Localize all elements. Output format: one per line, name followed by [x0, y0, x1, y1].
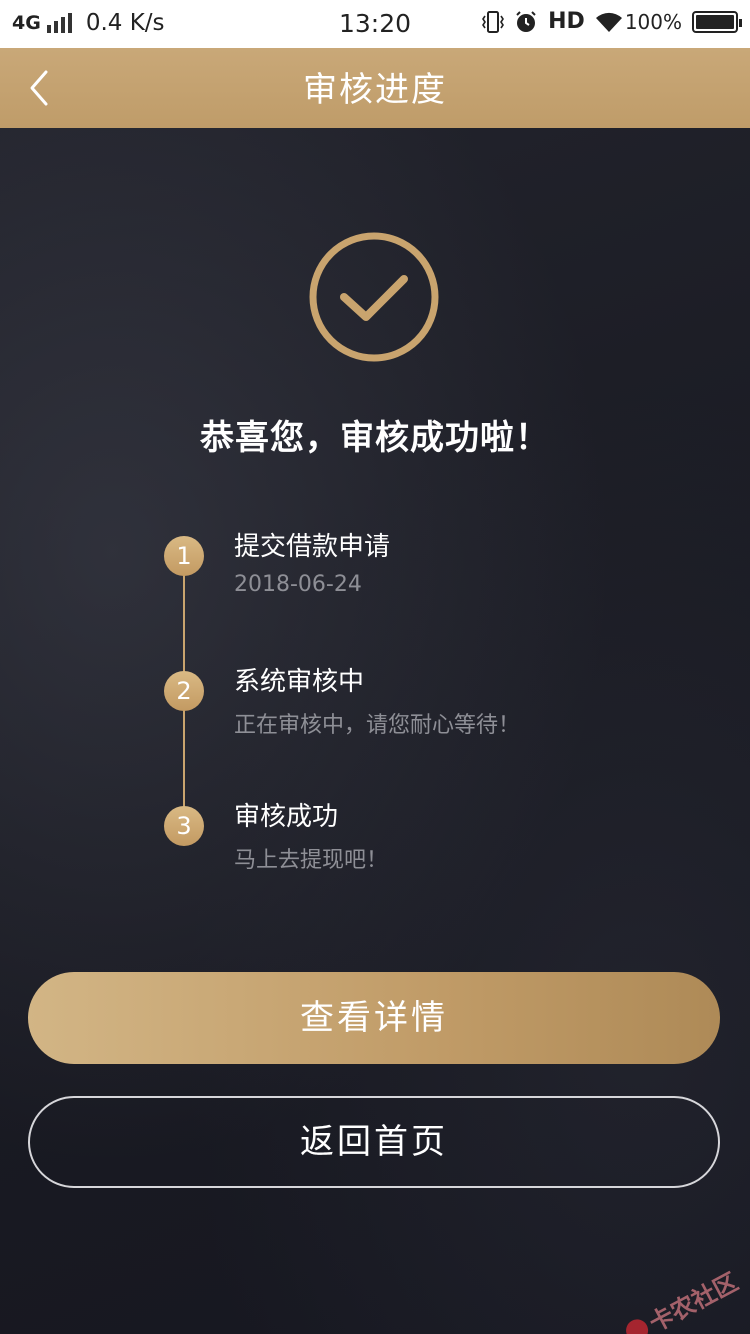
check-circle-icon — [309, 232, 439, 362]
back-home-button[interactable]: 返回首页 — [28, 1096, 720, 1188]
step-subtitle: 正在审核中，请您耐心等待！ — [234, 713, 521, 738]
step-number-badge: 2 — [164, 671, 204, 711]
status-right: HD 100% — [472, 9, 742, 34]
step-subtitle: 马上去提现吧！ — [234, 848, 389, 873]
step-number-badge: 3 — [164, 806, 204, 846]
watermark: 卡农社区 — [619, 1262, 743, 1334]
view-details-button[interactable]: 查看详情 — [28, 972, 720, 1064]
step-number-badge: 1 — [164, 536, 204, 576]
step-title: 系统审核中 — [234, 667, 365, 697]
progress-steps: 1 提交借款申请 2018-06-24 2 系统审核中 正在审核中，请您耐心等待… — [160, 526, 640, 886]
success-title: 恭喜您，审核成功啦！ — [200, 418, 550, 458]
main-content: 恭喜您，审核成功啦！ 1 提交借款申请 2018-06-24 2 系统审核中 正… — [0, 128, 750, 1334]
status-bar: 4G 0.4 K/s 13:20 HD 100% — [0, 0, 750, 48]
alarm-icon — [516, 10, 536, 32]
nav-bar: 审核进度 — [0, 48, 750, 128]
step-subtitle: 2018-06-24 — [234, 572, 362, 597]
hd-label: HD — [548, 9, 585, 34]
step-title: 审核成功 — [234, 802, 339, 832]
page-title: 审核进度 — [303, 70, 447, 110]
watermark-text: 卡农社区 — [644, 1267, 743, 1334]
step-title: 提交借款申请 — [234, 532, 391, 562]
wifi-icon — [595, 12, 622, 32]
battery-percentage: 100% — [624, 9, 682, 34]
vibrate-icon — [482, 10, 505, 33]
battery-icon — [692, 10, 742, 33]
